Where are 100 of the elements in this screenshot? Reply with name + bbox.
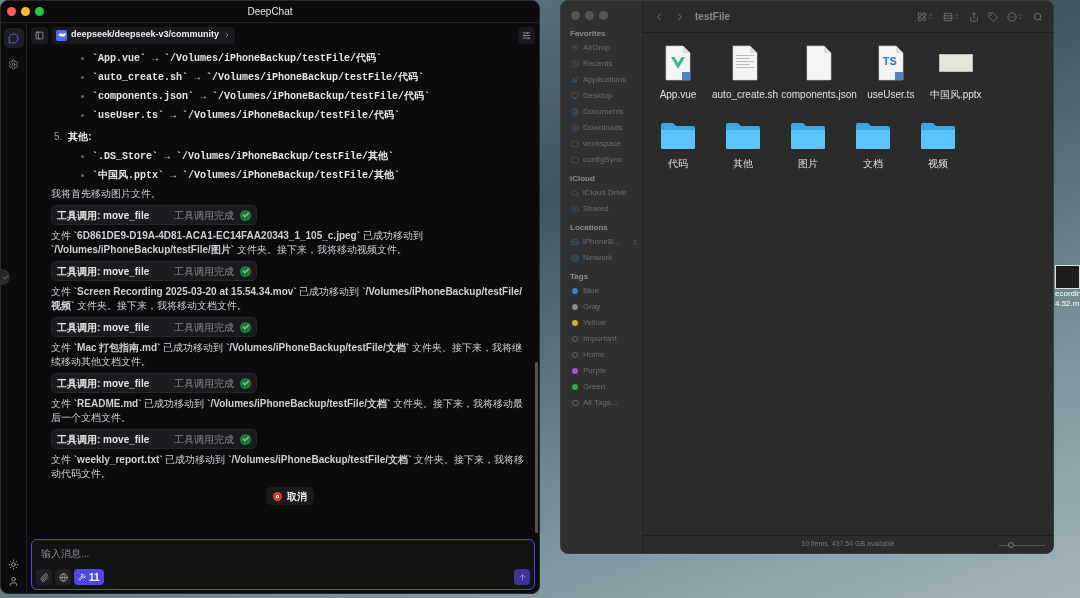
sliders-icon <box>522 30 531 40</box>
monitor-icon <box>571 92 579 100</box>
message-text: 文件 `6D861DE9-D19A-4D81-ACA1-EC14FAA20343_1_105_c.jpeg` 已成功移动到 `/Volumes/iPhoneBackup/testFile/图片` 文件夹。接下来，我将移动视频文件。 <box>51 229 424 257</box>
group-button[interactable] <box>943 11 960 22</box>
file-name: 其他 <box>733 157 753 171</box>
folder-icon <box>920 122 956 150</box>
message-input[interactable]: 输入消息... <box>36 546 530 561</box>
tool-call-label: 工具调用: move_file <box>57 376 150 391</box>
paperclip-icon <box>39 572 49 582</box>
ellipsis-icon <box>1007 11 1017 22</box>
message-input-box[interactable]: 输入消息... 11 <box>31 539 535 590</box>
file-icon <box>875 45 906 81</box>
settings-sliders-button[interactable] <box>518 26 535 44</box>
file-name: App.vue <box>659 88 697 102</box>
message-text: 文件 `weekly_report.txt` 已成功移动到 `/Volumes/iPhoneBackup/testFile/文档` 文件夹。接下来，我将移动代码文件。 <box>51 453 526 481</box>
file-item[interactable]: 中国风.pptx <box>924 43 987 102</box>
view-mode-button[interactable] <box>917 11 934 22</box>
shared-folder-icon <box>571 205 579 213</box>
sidebar-item[interactable]: Network <box>561 250 642 266</box>
tool-call-card[interactable]: 工具调用: move_file 工具调用完成 <box>51 205 257 225</box>
updown-icon <box>927 13 934 20</box>
slider-thumb[interactable] <box>1007 542 1014 548</box>
folder-title: testFile <box>695 10 730 24</box>
bullet-icon <box>81 155 84 158</box>
user-icon[interactable] <box>8 576 19 587</box>
sidebar-item[interactable]: Downloads <box>561 120 642 136</box>
folder-icon <box>660 122 696 150</box>
attach-button[interactable] <box>36 569 52 585</box>
updown-icon <box>953 13 960 20</box>
tool-status: 工具调用完成 <box>174 320 234 335</box>
tool-status: 工具调用完成 <box>174 208 234 223</box>
sidebar-heading: Favorites <box>569 28 607 40</box>
sidebar-toggle-button[interactable] <box>31 26 48 44</box>
send-button[interactable] <box>514 569 530 585</box>
list-number: 5. <box>54 129 63 144</box>
tools-button[interactable]: 11 <box>74 569 104 585</box>
tool-status: 工具调用完成 <box>174 376 234 391</box>
apps-icon <box>571 76 579 84</box>
file-item[interactable]: TS useUser.ts <box>859 43 922 102</box>
search-button[interactable] <box>1033 11 1043 22</box>
file-item[interactable]: 文档 <box>842 112 904 171</box>
tool-call-label: 工具调用: move_file <box>57 208 150 223</box>
list-item: `App.vue` → `/Volumes/iPhoneBackup/testFile/代码` <box>92 52 383 66</box>
bullet-icon <box>81 57 84 60</box>
file-name: 图片 <box>798 157 818 171</box>
tool-status: 工具调用完成 <box>174 264 234 279</box>
file-item[interactable]: 其他 <box>712 112 774 171</box>
hammer-icon <box>78 573 86 581</box>
video-thumbnail[interactable] <box>1055 265 1080 289</box>
updown-icon <box>1017 13 1024 20</box>
sidebar-icon <box>35 30 44 40</box>
scrollbar[interactable] <box>535 362 538 533</box>
slide-thumbnail <box>938 54 973 72</box>
theme-icon[interactable] <box>8 559 19 570</box>
cancel-button[interactable]: 取消 <box>266 487 314 505</box>
list-item: `auto_create.sh` → `/Volumes/iPhoneBackup/testFile/代码` <box>92 71 425 85</box>
file-name: components.json <box>781 88 857 102</box>
globe-icon <box>571 254 579 262</box>
globe-icon <box>58 572 68 582</box>
clock-icon <box>571 60 579 68</box>
message-text: 我将首先移动图片文件。 <box>51 187 162 201</box>
folder-icon <box>571 140 579 148</box>
whale-logo-icon <box>56 29 67 41</box>
share-button[interactable] <box>969 11 979 22</box>
folder-icon <box>725 122 761 150</box>
file-item[interactable]: components.json <box>781 43 857 102</box>
file-item[interactable]: 视频 <box>907 112 969 171</box>
model-selector[interactable]: deepseek/deepseek-v3/community <box>52 26 236 44</box>
web-search-button[interactable] <box>55 569 71 585</box>
tool-call-label: 工具调用: move_file <box>57 320 150 335</box>
tool-call-card[interactable]: 工具调用: move_file 工具调用完成 <box>51 317 257 337</box>
list-heading: 其他: <box>68 129 92 144</box>
arrow-up-icon <box>517 572 527 582</box>
download-icon <box>571 124 579 132</box>
message-text: 文件 `Screen Recording 2025-03-20 at 15.54.34.mov` 已成功移动到 `/Volumes/iPhoneBackup/testFile/视频` 文件夹。接下来，我将移动文档文件。 <box>51 285 524 313</box>
window-title: DeepChat <box>246 5 294 19</box>
file-name: 中国风.pptx <box>929 88 982 102</box>
file-name: 文档 <box>863 157 883 171</box>
bullet-icon <box>81 95 84 98</box>
more-button[interactable] <box>1007 11 1024 22</box>
file-item[interactable]: auto_create.sh <box>712 43 779 102</box>
message-text: 文件 `README.md` 已成功移动到 `/Volumes/iPhoneBackup/testFile/文档` 文件夹。接下来，我将移动最后一个文档文件。 <box>51 397 525 425</box>
desktop-file-label: 4.52.m <box>1055 299 1080 309</box>
file-item[interactable]: App.vue <box>647 43 709 102</box>
file-icon <box>663 45 693 81</box>
sidebar-heading: iCloud <box>569 173 596 185</box>
sidebar-heading: Locations <box>569 222 609 234</box>
folder-icon <box>790 122 826 150</box>
tool-call-label: 工具调用: move_file <box>57 432 150 447</box>
tool-call-card[interactable]: 工具调用: move_file 工具调用完成 <box>51 429 257 449</box>
file-item[interactable]: 图片 <box>777 112 839 171</box>
chat-icon[interactable] <box>3 28 24 48</box>
tool-call-card[interactable]: 工具调用: move_file 工具调用完成 <box>51 373 257 393</box>
tool-call-label: 工具调用: move_file <box>57 264 150 279</box>
tag-button[interactable] <box>988 11 998 22</box>
list-item: `useUser.ts` → `/Volumes/iPhoneBackup/testFile/代码` <box>92 109 401 123</box>
document-icon <box>571 108 579 116</box>
file-item[interactable]: 代码 <box>647 112 709 171</box>
file-name: useUser.ts <box>867 88 915 102</box>
tool-call-card[interactable]: 工具调用: move_file 工具调用完成 <box>51 261 257 281</box>
